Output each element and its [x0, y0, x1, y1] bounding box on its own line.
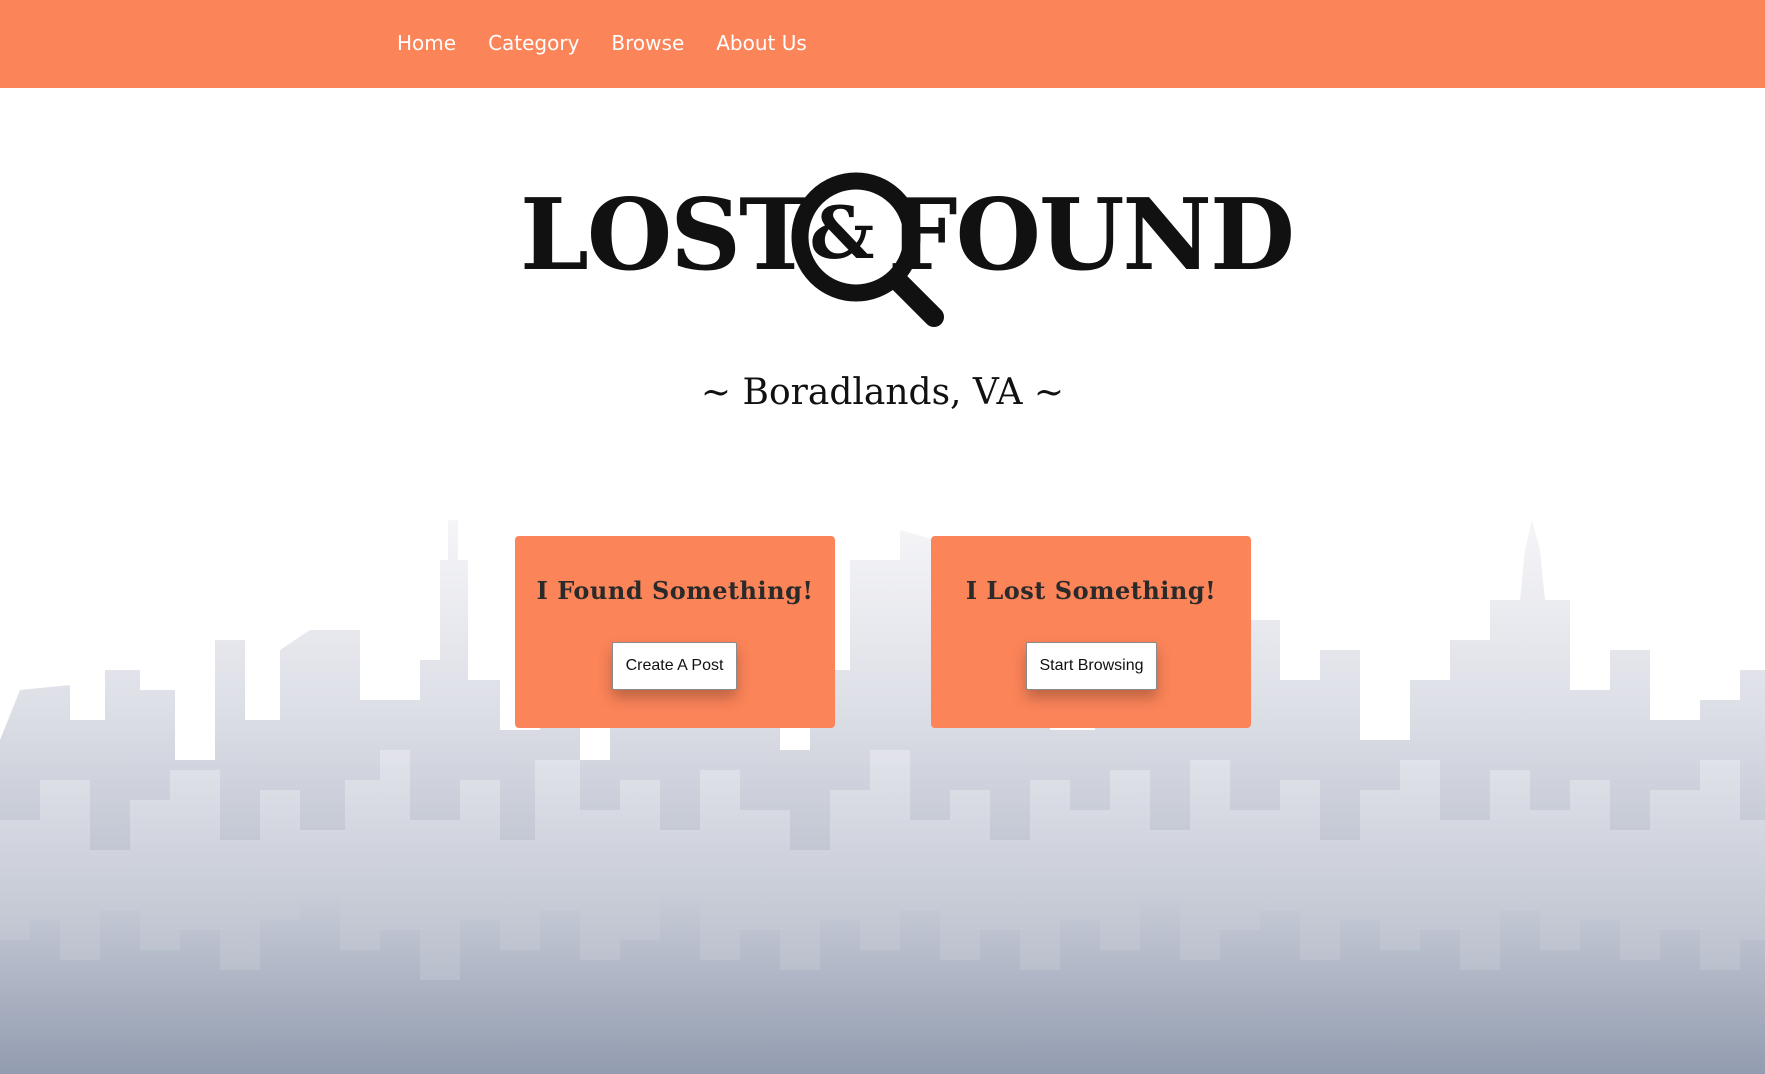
top-navbar: Home Category Browse About Us — [0, 0, 1765, 88]
create-a-post-button[interactable]: Create A Post — [612, 642, 737, 690]
nav-link-browse[interactable]: Browse — [611, 31, 684, 55]
logo-word-lost: LOST — [520, 178, 812, 293]
nav-link-category[interactable]: Category — [488, 31, 579, 55]
page: Home Category Browse About Us LOST & FOU… — [0, 0, 1765, 1074]
logo-word-found: FOUND — [888, 178, 1295, 293]
start-browsing-button[interactable]: Start Browsing — [1026, 642, 1157, 690]
city-skyline-background — [0, 520, 1765, 1074]
nav-link-home[interactable]: Home — [397, 31, 456, 55]
nav-link-about-us[interactable]: About Us — [716, 31, 807, 55]
nav-list: Home Category Browse About Us — [397, 30, 839, 56]
found-card-title: I Found Something! — [536, 576, 814, 605]
lost-card-title: I Lost Something! — [965, 576, 1217, 605]
found-something-card: I Found Something! Create A Post — [515, 536, 835, 728]
lost-and-found-logo: LOST & FOUND — [520, 165, 1295, 335]
nav-item-home[interactable]: Home — [397, 30, 488, 56]
nav-item-browse[interactable]: Browse — [611, 30, 716, 56]
logo-ampersand: & — [809, 190, 875, 275]
nav-item-category[interactable]: Category — [488, 30, 611, 56]
location-subtitle: ~ Boradlands, VA ~ — [700, 372, 1065, 413]
nav-item-about-us[interactable]: About Us — [716, 30, 839, 56]
lost-something-card: I Lost Something! Start Browsing — [931, 536, 1251, 728]
